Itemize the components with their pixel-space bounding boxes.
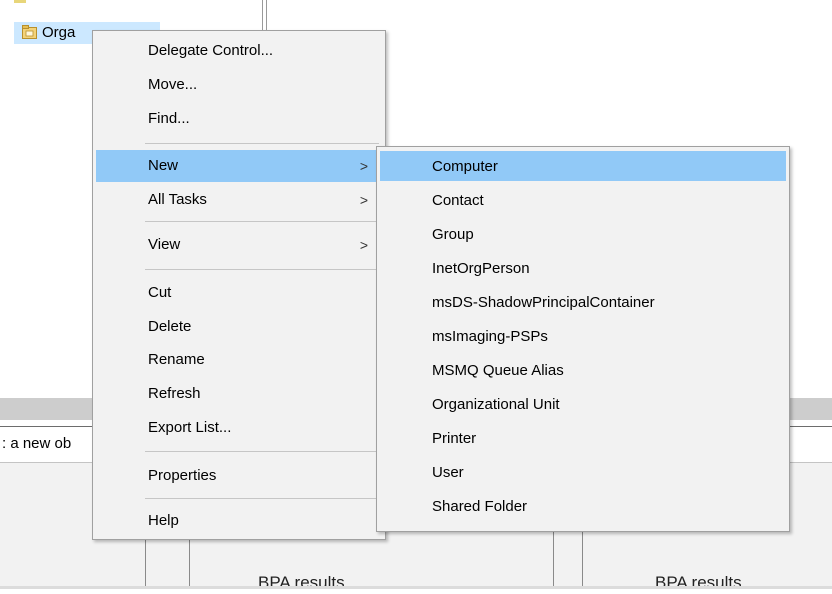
submenu-item-label: Shared Folder <box>432 498 528 515</box>
menu-item-label: All Tasks <box>148 191 207 208</box>
submenu-item-label: Printer <box>432 430 477 447</box>
menu-item-properties[interactable]: Properties <box>96 460 382 492</box>
menu-item-new[interactable]: New > <box>96 150 382 182</box>
submenu-item-user[interactable]: User <box>380 457 786 487</box>
menu-item-label: Refresh <box>148 385 201 402</box>
submenu-item-label: msImaging-PSPs <box>432 328 548 345</box>
menu-item-label: Rename <box>148 351 205 368</box>
menu-item-label: Export List... <box>148 419 232 436</box>
menu-item-label: Cut <box>148 284 172 301</box>
menu-item-all-tasks[interactable]: All Tasks > <box>96 184 382 216</box>
menu-item-label: Help <box>148 512 179 529</box>
submenu-item-label: Organizational Unit <box>432 396 560 413</box>
menu-separator <box>145 143 379 144</box>
menu-item-label: Move... <box>148 76 198 93</box>
submenu-item-label: msDS-ShadowPrincipalContainer <box>432 294 655 311</box>
menu-separator <box>145 269 379 270</box>
submenu-item-msimaging-psps[interactable]: msImaging-PSPs <box>380 321 786 351</box>
menu-item-delete[interactable]: Delete <box>96 311 382 343</box>
submenu-item-computer[interactable]: Computer <box>380 151 786 181</box>
submenu-item-printer[interactable]: Printer <box>380 423 786 453</box>
submenu-item-msds-shadowprincipalcontainer[interactable]: msDS-ShadowPrincipalContainer <box>380 287 786 317</box>
menu-item-label: New <box>148 157 179 174</box>
chevron-right-icon: > <box>359 237 368 253</box>
menu-item-move[interactable]: Move... <box>96 69 382 101</box>
tree-item-label: Orga <box>42 24 76 41</box>
menu-item-delegate-control[interactable]: Delegate Control... <box>96 35 382 67</box>
submenu-item-organizational-unit[interactable]: Organizational Unit <box>380 389 786 419</box>
menu-item-label: Delete <box>148 318 192 335</box>
menu-item-view[interactable]: View > <box>96 229 382 261</box>
chevron-right-icon: > <box>359 192 368 208</box>
submenu-item-label: Group <box>432 226 474 243</box>
submenu-item-label: Contact <box>432 192 484 209</box>
status-text: : a new ob <box>2 435 72 452</box>
bpa-results-label: BPA results <box>655 573 742 592</box>
submenu-item-label: MSMQ Queue Alias <box>432 362 564 379</box>
menu-separator <box>145 451 379 452</box>
submenu-item-msmq-queue-alias[interactable]: MSMQ Queue Alias <box>380 355 786 385</box>
menu-item-export-list[interactable]: Export List... <box>96 412 382 444</box>
bpa-results-label: BPA results <box>258 573 345 592</box>
menu-separator <box>145 221 379 222</box>
menu-item-label: Properties <box>148 467 217 484</box>
folder-icon <box>22 25 37 39</box>
submenu-item-contact[interactable]: Contact <box>380 185 786 215</box>
new-submenu: Computer Contact Group InetOrgPerson msD… <box>376 146 790 532</box>
submenu-item-inetorgperson[interactable]: InetOrgPerson <box>380 253 786 283</box>
menu-item-find[interactable]: Find... <box>96 103 382 135</box>
submenu-item-label: User <box>432 464 464 481</box>
menu-item-label: Find... <box>148 110 190 127</box>
submenu-item-label: InetOrgPerson <box>432 260 530 277</box>
context-menu: Delegate Control... Move... Find... New … <box>92 30 386 540</box>
submenu-item-shared-folder[interactable]: Shared Folder <box>380 491 786 521</box>
chevron-right-icon: > <box>359 158 368 174</box>
menu-item-rename[interactable]: Rename <box>96 344 382 376</box>
menu-item-refresh[interactable]: Refresh <box>96 378 382 410</box>
window-top-edge <box>14 0 26 3</box>
menu-item-cut[interactable]: Cut <box>96 277 382 309</box>
menu-item-help[interactable]: Help <box>96 505 382 537</box>
menu-item-label: Delegate Control... <box>148 42 274 59</box>
menu-separator <box>145 498 379 499</box>
submenu-item-group[interactable]: Group <box>380 219 786 249</box>
submenu-item-label: Computer <box>432 158 498 175</box>
menu-item-label: View <box>148 236 181 253</box>
